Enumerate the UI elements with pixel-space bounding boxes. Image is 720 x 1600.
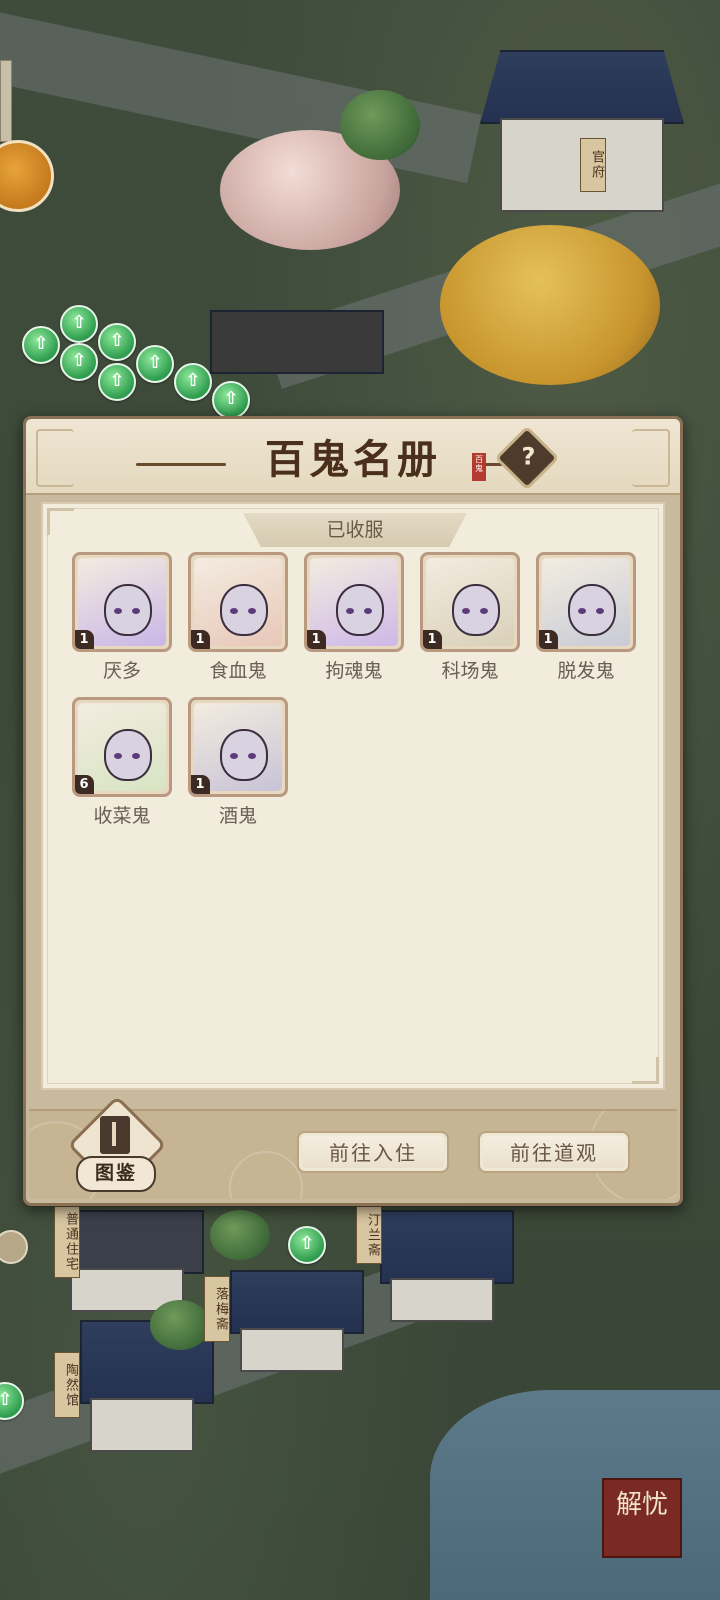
title-seal: 百鬼 — [472, 453, 486, 481]
sign-luomei-studio[interactable]: 落梅斋 — [204, 1276, 230, 1342]
level-badge: 1 — [539, 630, 558, 649]
ghost-eye — [346, 608, 354, 614]
ghost-name: 厌多 — [102, 660, 141, 682]
goto-residence-button[interactable]: 前往入住 — [297, 1131, 449, 1173]
ghost-register-dialog: 百鬼名册 百鬼 ? 已收服 1 厌多 1 食血鬼 1 拘魂鬼 1 科场鬼 1 脱发鬼 6 收菜鬼 1 酒鬼… — [23, 416, 683, 1206]
tree — [340, 90, 420, 160]
sign-residence[interactable]: 普通住宅 — [54, 1206, 80, 1278]
house-wall — [90, 1398, 194, 1452]
ghost-eye — [578, 608, 586, 614]
golden-tree — [440, 225, 660, 385]
upgrade-icon[interactable]: ⇧ — [136, 345, 174, 383]
tree — [210, 1210, 270, 1260]
level-badge: 1 — [191, 775, 210, 794]
level-badge: 1 — [423, 630, 442, 649]
ghost-eye — [132, 753, 140, 759]
ghost-portrait-frame: 1 — [188, 697, 288, 797]
ghost-eye — [132, 608, 140, 614]
ghost-name: 科场鬼 — [441, 660, 499, 682]
house-wall — [390, 1278, 494, 1322]
section-tab-captured: 已收服 — [243, 513, 467, 547]
side-menu-button[interactable] — [0, 140, 54, 212]
sign-tinglan-studio[interactable]: 汀兰斋 — [356, 1206, 382, 1264]
jieyou-stamp-button[interactable]: 解忧 — [602, 1478, 682, 1558]
ghost-portrait-frame: 1 — [188, 552, 288, 652]
ghost-face — [568, 584, 616, 636]
ghost-portrait-frame: 1 — [420, 552, 520, 652]
ghost-name: 拘魂鬼 — [325, 660, 383, 682]
level-badge: 6 — [75, 775, 94, 794]
ghost-card[interactable]: 1 酒鬼 — [188, 697, 288, 827]
upgrade-icon[interactable]: ⇧ — [60, 305, 98, 343]
codex-label: 图鉴 — [76, 1156, 156, 1192]
corner-ornament — [47, 508, 74, 535]
ghost-eye — [230, 608, 238, 614]
ghost-card[interactable]: 1 脱发鬼 — [536, 552, 636, 682]
corner-ornament — [632, 1057, 659, 1084]
ghost-list-panel[interactable]: 已收服 1 厌多 1 食血鬼 1 拘魂鬼 1 科场鬼 1 脱发鬼 6 收菜鬼 1 酒鬼 — [41, 502, 665, 1090]
dialog-title: 百鬼名册 — [265, 436, 441, 483]
ghost-face — [104, 729, 152, 781]
ghost-face — [336, 584, 384, 636]
ghost-card[interactable]: 1 厌多 — [72, 552, 172, 682]
goto-temple-button[interactable]: 前往道观 — [478, 1131, 630, 1173]
house[interactable] — [380, 1210, 514, 1284]
ghost-eye — [364, 608, 372, 614]
ghost-eye — [248, 608, 256, 614]
upgrade-icon[interactable]: ⇧ — [212, 381, 250, 419]
upgrade-icon[interactable]: ⇧ — [60, 343, 98, 381]
ghost-face — [452, 584, 500, 636]
ghost-card[interactable]: 1 科场鬼 — [420, 552, 520, 682]
sign-taoran-hall[interactable]: 陶然馆 — [54, 1352, 80, 1418]
sign-government-office[interactable]: 官府 — [580, 138, 606, 192]
coin-icon[interactable] — [0, 1230, 28, 1264]
upgrade-icon[interactable]: ⇧ — [288, 1226, 326, 1264]
ghost-name: 酒鬼 — [218, 805, 257, 827]
ghost-eye — [230, 753, 238, 759]
ghost-eye — [480, 608, 488, 614]
ghost-name: 食血鬼 — [209, 660, 267, 682]
upgrade-icon[interactable]: ⇧ — [98, 363, 136, 401]
side-tab[interactable] — [0, 60, 12, 142]
government-building[interactable] — [480, 50, 684, 124]
ghost-face — [220, 729, 268, 781]
level-badge: 1 — [75, 630, 94, 649]
ghost-eye — [114, 753, 122, 759]
upgrade-icon[interactable]: ⇧ — [98, 323, 136, 361]
ghost-eye — [462, 608, 470, 614]
ghost-card[interactable]: 1 拘魂鬼 — [304, 552, 404, 682]
level-badge: 1 — [307, 630, 326, 649]
house[interactable] — [210, 310, 384, 374]
level-badge: 1 — [191, 630, 210, 649]
book-icon — [100, 1116, 130, 1154]
codex-button[interactable]: 图鉴 — [67, 1095, 167, 1202]
upgrade-icon[interactable]: ⇧ — [22, 326, 60, 364]
house[interactable] — [60, 1210, 204, 1274]
house[interactable] — [230, 1270, 364, 1334]
dialog-header: 百鬼名册 百鬼 ? — [26, 419, 680, 495]
ghost-eye — [114, 608, 122, 614]
ghost-portrait-frame: 1 — [536, 552, 636, 652]
house-wall — [240, 1328, 344, 1372]
ghost-face — [104, 584, 152, 636]
ghost-portrait-frame: 1 — [304, 552, 404, 652]
ghost-eye — [596, 608, 604, 614]
ghost-name: 脱发鬼 — [557, 660, 615, 682]
ghost-card[interactable]: 1 食血鬼 — [188, 552, 288, 682]
ghost-name: 收菜鬼 — [93, 805, 151, 827]
ghost-eye — [248, 753, 256, 759]
ghost-face — [220, 584, 268, 636]
upgrade-icon[interactable]: ⇧ — [174, 363, 212, 401]
question-icon: ? — [521, 442, 536, 471]
tree — [150, 1300, 210, 1350]
ghost-portrait-frame: 6 — [72, 697, 172, 797]
ghost-card[interactable]: 6 收菜鬼 — [72, 697, 172, 827]
ghost-portrait-frame: 1 — [72, 552, 172, 652]
decor — [229, 1151, 303, 1199]
